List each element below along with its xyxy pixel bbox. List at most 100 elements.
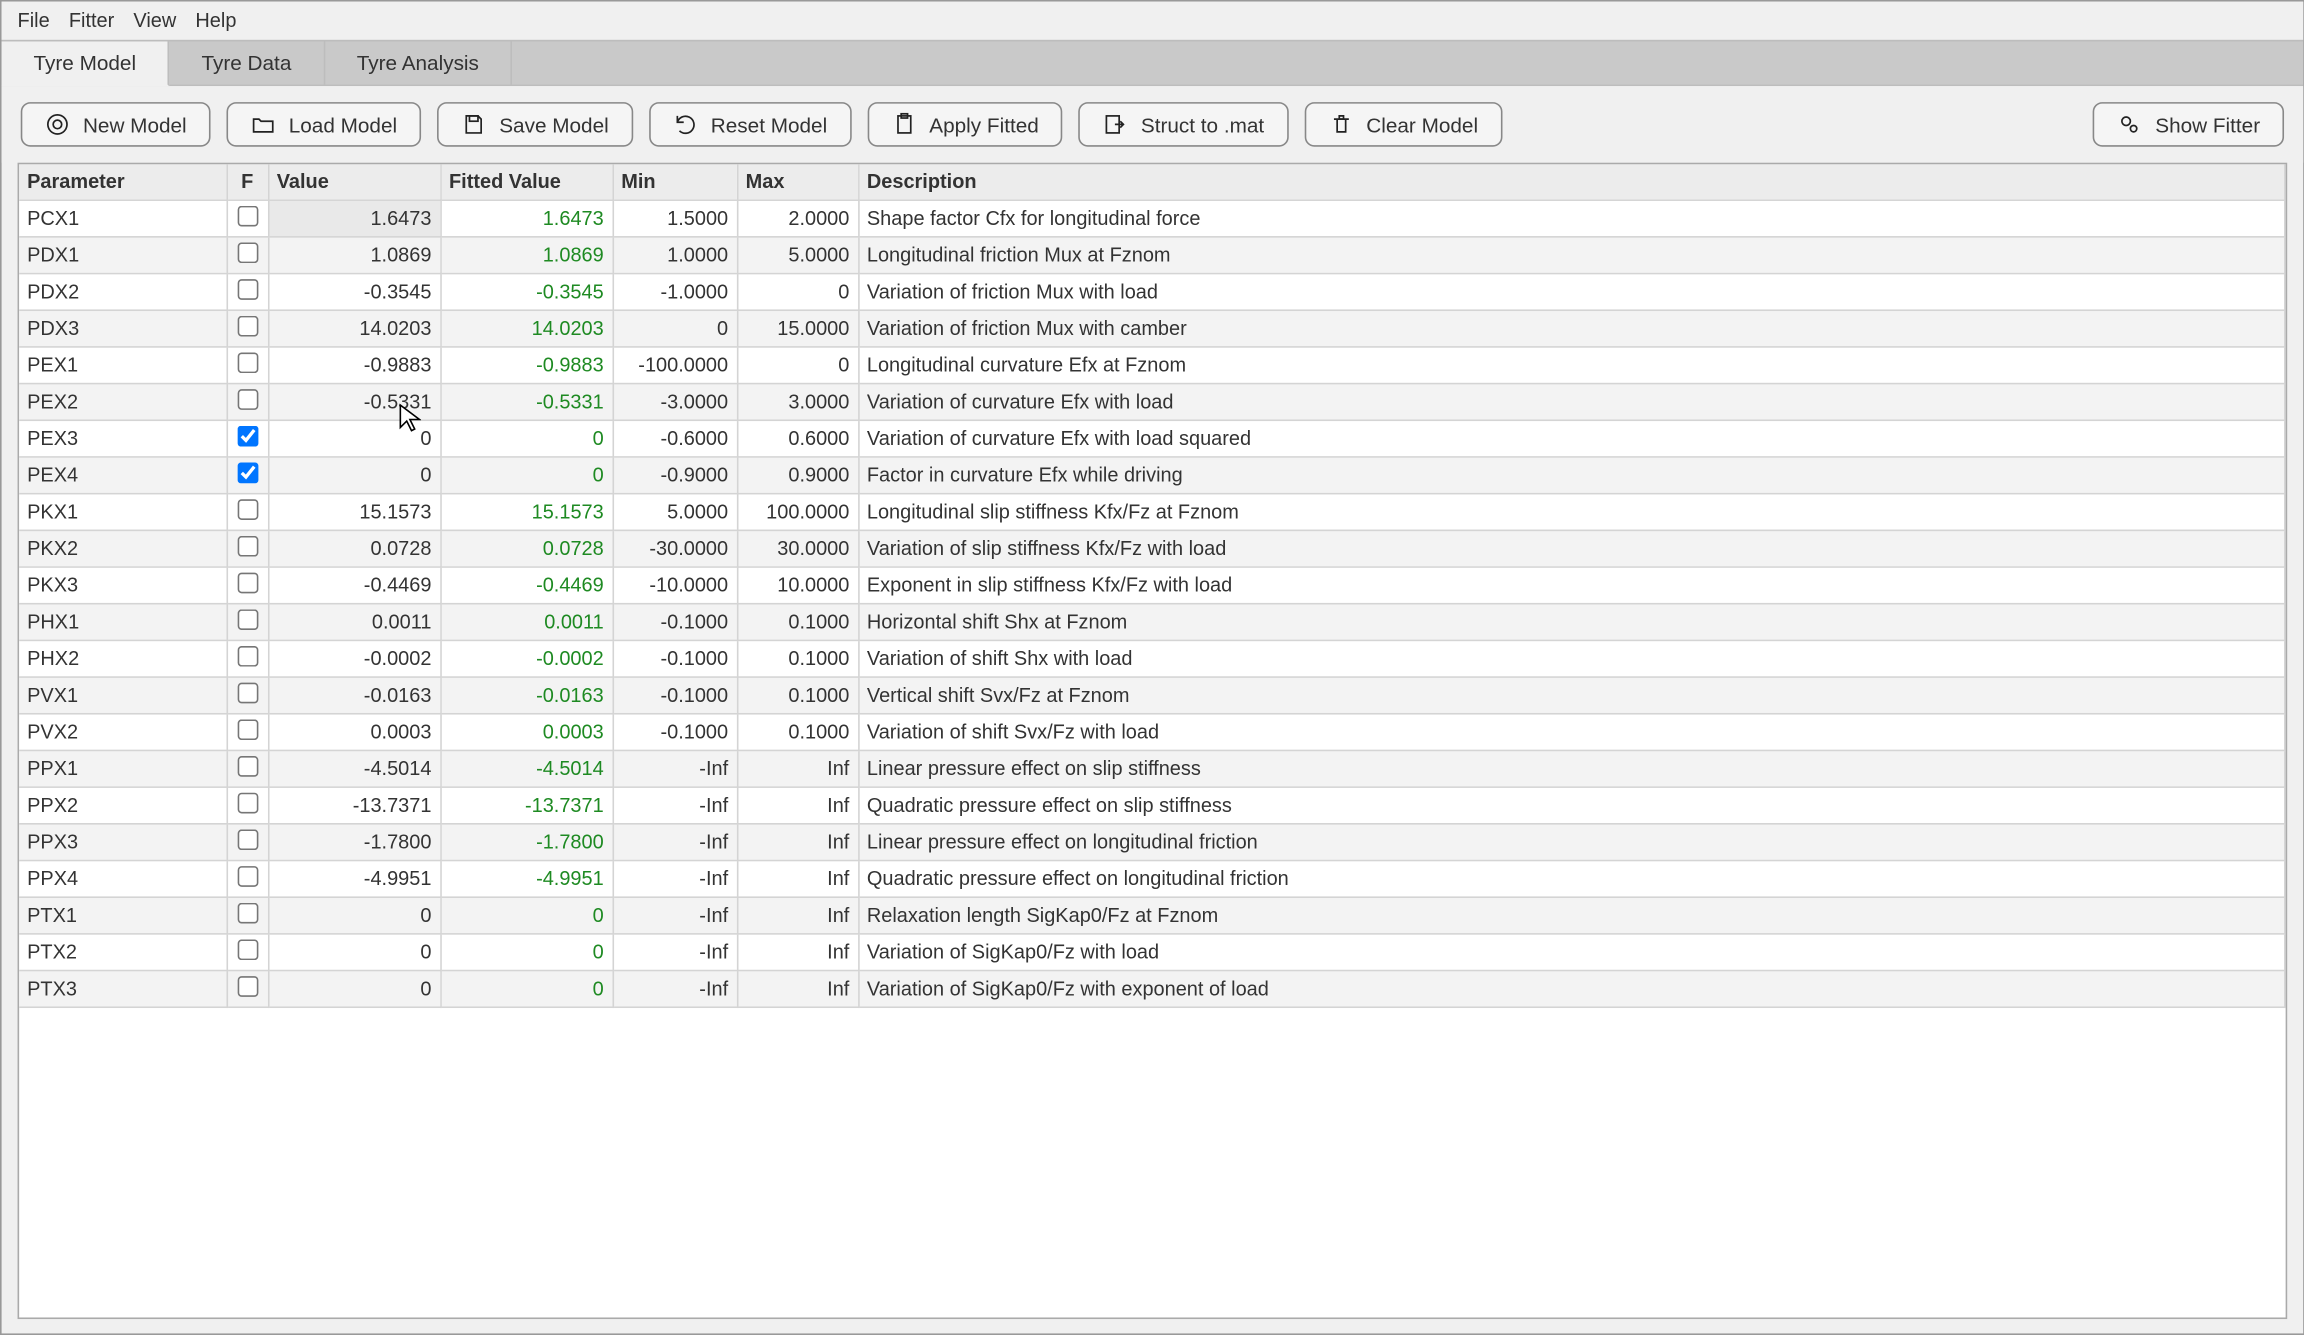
cell-fitted[interactable]: 0 (440, 419, 612, 456)
table-row[interactable]: PPX4-4.9951-4.9951-InfInfQuadratic press… (19, 860, 2285, 897)
menu-help[interactable]: Help (189, 6, 243, 35)
cell-min[interactable]: -100.0000 (612, 346, 736, 383)
cell-parameter[interactable]: PKX1 (19, 493, 226, 530)
cell-parameter[interactable]: PDX1 (19, 236, 226, 273)
fix-checkbox[interactable] (237, 608, 258, 629)
cell-fitted[interactable]: 0.0003 (440, 713, 612, 750)
cell-fix-checkbox[interactable] (226, 346, 267, 383)
tab-tyre-data[interactable]: Tyre Data (170, 41, 325, 84)
cell-fix-checkbox[interactable] (226, 493, 267, 530)
table-row[interactable]: PEX2-0.5331-0.5331-3.00003.0000Variation… (19, 383, 2285, 420)
cell-parameter[interactable]: PKX2 (19, 530, 226, 567)
table-row[interactable]: PKX115.157315.15735.0000100.0000Longitud… (19, 493, 2285, 530)
cell-fitted[interactable]: 1.6473 (440, 199, 612, 236)
fix-checkbox[interactable] (237, 865, 258, 886)
cell-fix-checkbox[interactable] (226, 933, 267, 970)
cell-value[interactable]: -1.7800 (268, 823, 440, 860)
cell-fix-checkbox[interactable] (226, 786, 267, 823)
cell-value[interactable]: 1.6473 (268, 199, 440, 236)
cell-fix-checkbox[interactable] (226, 713, 267, 750)
header-parameter[interactable]: Parameter (19, 164, 226, 199)
cell-value[interactable]: 0 (268, 933, 440, 970)
fix-checkbox[interactable] (237, 242, 258, 263)
cell-value[interactable]: 0 (268, 896, 440, 933)
cell-value[interactable]: -13.7371 (268, 786, 440, 823)
cell-parameter[interactable]: PDX3 (19, 309, 226, 346)
cell-max[interactable]: 0.1000 (737, 603, 858, 640)
menu-view[interactable]: View (127, 6, 183, 35)
cell-fitted[interactable]: 0.0011 (440, 603, 612, 640)
fix-checkbox[interactable] (237, 498, 258, 519)
fix-checkbox[interactable] (237, 278, 258, 299)
cell-max[interactable]: 0.6000 (737, 419, 858, 456)
cell-fix-checkbox[interactable] (226, 419, 267, 456)
cell-value[interactable]: 15.1573 (268, 493, 440, 530)
cell-value[interactable]: -0.9883 (268, 346, 440, 383)
cell-value[interactable]: 0 (268, 970, 440, 1007)
cell-min[interactable]: -Inf (612, 786, 736, 823)
cell-fix-checkbox[interactable] (226, 640, 267, 677)
cell-max[interactable]: Inf (737, 786, 858, 823)
table-row[interactable]: PTX200-InfInfVariation of SigKap0/Fz wit… (19, 933, 2285, 970)
cell-parameter[interactable]: PVX1 (19, 676, 226, 713)
fix-checkbox[interactable] (237, 719, 258, 740)
cell-value[interactable]: -0.0002 (268, 640, 440, 677)
save-model-button[interactable]: Save Model (437, 102, 633, 147)
load-model-button[interactable]: Load Model (227, 102, 422, 147)
cell-max[interactable]: 2.0000 (737, 199, 858, 236)
cell-fitted[interactable]: 1.0869 (440, 236, 612, 273)
cell-max[interactable]: 0.1000 (737, 676, 858, 713)
cell-min[interactable]: 5.0000 (612, 493, 736, 530)
cell-max[interactable]: 0.1000 (737, 640, 858, 677)
cell-value[interactable]: 14.0203 (268, 309, 440, 346)
table-row[interactable]: PTX300-InfInfVariation of SigKap0/Fz wit… (19, 970, 2285, 1007)
cell-fitted[interactable]: 0 (440, 456, 612, 493)
table-row[interactable]: PKX3-0.4469-0.4469-10.000010.0000Exponen… (19, 566, 2285, 603)
clear-model-button[interactable]: Clear Model (1304, 102, 1502, 147)
header-f[interactable]: F (226, 164, 267, 199)
new-model-button[interactable]: New Model (21, 102, 211, 147)
cell-min[interactable]: -3.0000 (612, 383, 736, 420)
cell-fitted[interactable]: -0.0002 (440, 640, 612, 677)
show-fitter-button[interactable]: Show Fitter (2093, 102, 2284, 147)
table-row[interactable]: PDX11.08691.08691.00005.0000Longitudinal… (19, 236, 2285, 273)
cell-fitted[interactable]: -4.9951 (440, 860, 612, 897)
cell-max[interactable]: 0.9000 (737, 456, 858, 493)
fix-checkbox[interactable] (237, 792, 258, 813)
cell-min[interactable]: -0.1000 (612, 603, 736, 640)
cell-fix-checkbox[interactable] (226, 456, 267, 493)
cell-fitted[interactable]: -0.0163 (440, 676, 612, 713)
fix-checkbox[interactable] (237, 462, 258, 483)
apply-fitted-button[interactable]: Apply Fitted (867, 102, 1063, 147)
table-row[interactable]: PEX1-0.9883-0.9883-100.00000Longitudinal… (19, 346, 2285, 383)
cell-fitted[interactable]: -0.5331 (440, 383, 612, 420)
cell-parameter[interactable]: PHX1 (19, 603, 226, 640)
cell-fix-checkbox[interactable] (226, 383, 267, 420)
cell-max[interactable]: 10.0000 (737, 566, 858, 603)
cell-fitted[interactable]: -0.9883 (440, 346, 612, 383)
cell-fix-checkbox[interactable] (226, 566, 267, 603)
cell-fix-checkbox[interactable] (226, 860, 267, 897)
cell-parameter[interactable]: PEX4 (19, 456, 226, 493)
cell-min[interactable]: -Inf (612, 896, 736, 933)
cell-fix-checkbox[interactable] (226, 309, 267, 346)
cell-max[interactable]: 5.0000 (737, 236, 858, 273)
cell-min[interactable]: -30.0000 (612, 530, 736, 567)
fix-checkbox[interactable] (237, 205, 258, 226)
cell-max[interactable]: Inf (737, 970, 858, 1007)
tab-tyre-analysis[interactable]: Tyre Analysis (325, 41, 513, 84)
fix-checkbox[interactable] (237, 425, 258, 446)
cell-fix-checkbox[interactable] (226, 530, 267, 567)
cell-max[interactable]: 0 (737, 346, 858, 383)
cell-parameter[interactable]: PPX2 (19, 786, 226, 823)
cell-value[interactable]: -0.0163 (268, 676, 440, 713)
reset-model-button[interactable]: Reset Model (649, 102, 852, 147)
cell-parameter[interactable]: PTX2 (19, 933, 226, 970)
cell-fitted[interactable]: 0 (440, 970, 612, 1007)
cell-fitted[interactable]: -1.7800 (440, 823, 612, 860)
cell-min[interactable]: -Inf (612, 750, 736, 787)
cell-fix-checkbox[interactable] (226, 236, 267, 273)
cell-parameter[interactable]: PTX1 (19, 896, 226, 933)
parameter-table[interactable]: Parameter F Value Fitted Value Min Max D… (19, 164, 2285, 1007)
cell-fitted[interactable]: 0 (440, 933, 612, 970)
